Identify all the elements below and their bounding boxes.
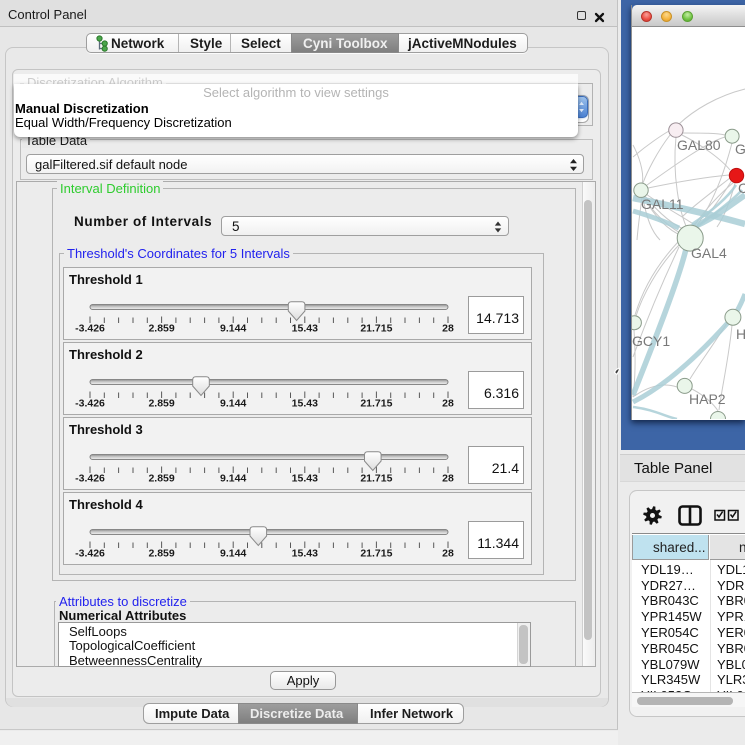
svg-text:21.715: 21.715 — [360, 398, 392, 410]
svg-text:2.859: 2.859 — [148, 398, 174, 410]
svg-text:GCY1: GCY1 — [632, 333, 670, 349]
svg-text:GAL4: GAL4 — [691, 245, 727, 261]
svg-text:2.859: 2.859 — [148, 548, 174, 560]
svg-text:15.43: 15.43 — [292, 473, 318, 485]
svg-text:15.43: 15.43 — [292, 548, 318, 560]
svg-text:-3.426: -3.426 — [75, 398, 105, 410]
svg-text:28: 28 — [442, 398, 454, 410]
svg-text:HAP2: HAP2 — [689, 391, 726, 407]
svg-text:15.43: 15.43 — [292, 323, 318, 335]
svg-text:-3.426: -3.426 — [75, 323, 105, 335]
svg-text:-3.426: -3.426 — [75, 473, 105, 485]
svg-text:15.43: 15.43 — [292, 398, 318, 410]
svg-text:21.715: 21.715 — [360, 548, 392, 560]
svg-text:9.144: 9.144 — [220, 398, 246, 410]
svg-text:21.715: 21.715 — [360, 323, 392, 335]
svg-text:-3.426: -3.426 — [75, 548, 105, 560]
svg-text:21.715: 21.715 — [360, 473, 392, 485]
svg-text:2.859: 2.859 — [148, 323, 174, 335]
svg-text:GAL80: GAL80 — [677, 137, 721, 153]
svg-text:2.859: 2.859 — [148, 473, 174, 485]
svg-text:G.: G. — [735, 141, 745, 157]
svg-text:C: C — [738, 180, 745, 196]
svg-text:9.144: 9.144 — [220, 473, 246, 485]
svg-text:GAL11: GAL11 — [641, 196, 684, 212]
svg-text:H: H — [736, 326, 745, 342]
svg-text:9.144: 9.144 — [220, 548, 246, 560]
svg-text:28: 28 — [442, 323, 454, 335]
svg-text:28: 28 — [442, 548, 454, 560]
svg-text:9.144: 9.144 — [220, 323, 246, 335]
svg-text:28: 28 — [442, 473, 454, 485]
